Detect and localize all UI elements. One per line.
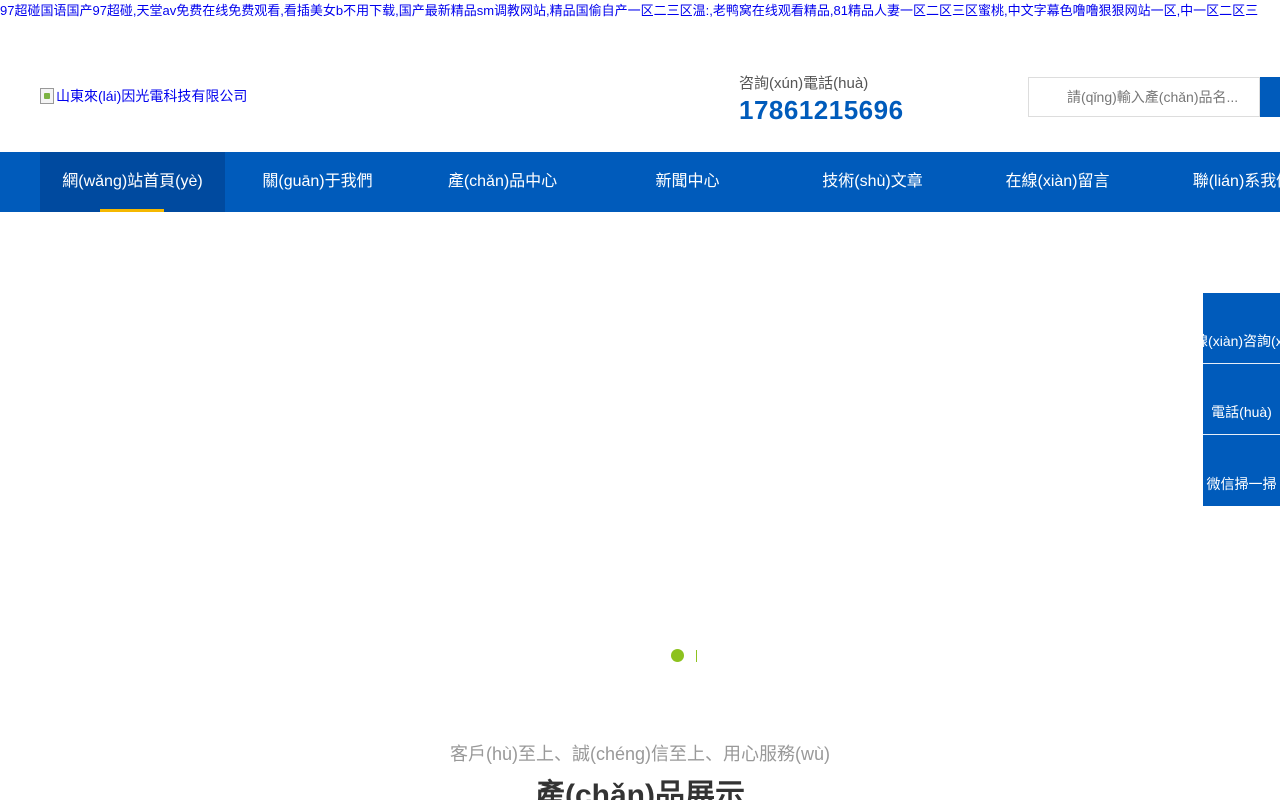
slider-dot-active[interactable] (671, 649, 684, 662)
nav-item-about[interactable]: 關(guān)于我們 (225, 152, 410, 212)
nav-item-message[interactable]: 在線(xiàn)留言 (965, 152, 1150, 212)
online-consult-button[interactable]: 在線(xiàn)咨詢(xún) (1203, 293, 1280, 364)
side-float-panel: 在線(xiàn)咨詢(xún) 電話(huà) 微信掃一掃 (1203, 293, 1280, 506)
wechat-scan-button[interactable]: 微信掃一掃 (1203, 435, 1280, 506)
hotline: 咨詢(xún)電話(huà) 17861215696 (739, 72, 904, 126)
search-box (1028, 77, 1260, 117)
search-input[interactable] (1029, 78, 1259, 116)
nav-item-news[interactable]: 新聞中心 (595, 152, 780, 212)
search-button[interactable] (1260, 77, 1280, 117)
broken-image-icon (40, 88, 54, 104)
top-link-bar[interactable]: 97超碰国语国产97超碰,天堂av免费在线免费观看,看插美女b不用下载,国产最新… (0, 0, 1280, 44)
hotline-number[interactable]: 17861215696 (739, 95, 904, 126)
logo-alt-text: 山東來(lái)因光電科技有限公司 (56, 88, 248, 104)
site-logo[interactable]: 山東來(lái)因光電科技有限公司 (40, 86, 247, 106)
nav-item-articles[interactable]: 技術(shù)文章 (780, 152, 965, 212)
nav-item-home[interactable]: 網(wǎng)站首頁(yè) (40, 152, 225, 212)
slider-dot[interactable] (696, 649, 697, 662)
nav-item-products[interactable]: 產(chǎn)品中心 (410, 152, 595, 212)
slider-pagination (671, 649, 697, 662)
nav-item-contact[interactable]: 聯(lián)系我們 (1150, 152, 1280, 212)
phone-button[interactable]: 電話(huà) (1203, 364, 1280, 435)
banner-slider (0, 212, 1280, 692)
section-title: 產(chǎn)品展示 (535, 779, 745, 800)
main-nav: 網(wǎng)站首頁(yè) 關(guān)于我們 產(chǎn)品中心 新聞中… (0, 152, 1280, 212)
section-subtitle: 客戶(hù)至上、誠(chéng)信至上、用心服務(wù) (449, 744, 831, 764)
top-links-text[interactable]: 97超碰国语国产97超碰,天堂av免费在线免费观看,看插美女b不用下载,国产最新… (0, 3, 1258, 18)
hotline-label: 咨詢(xún)電話(huà) (739, 75, 869, 92)
site-header: 山東來(lái)因光電科技有限公司 咨詢(xún)電話(huà) 1786121… (0, 44, 1280, 152)
